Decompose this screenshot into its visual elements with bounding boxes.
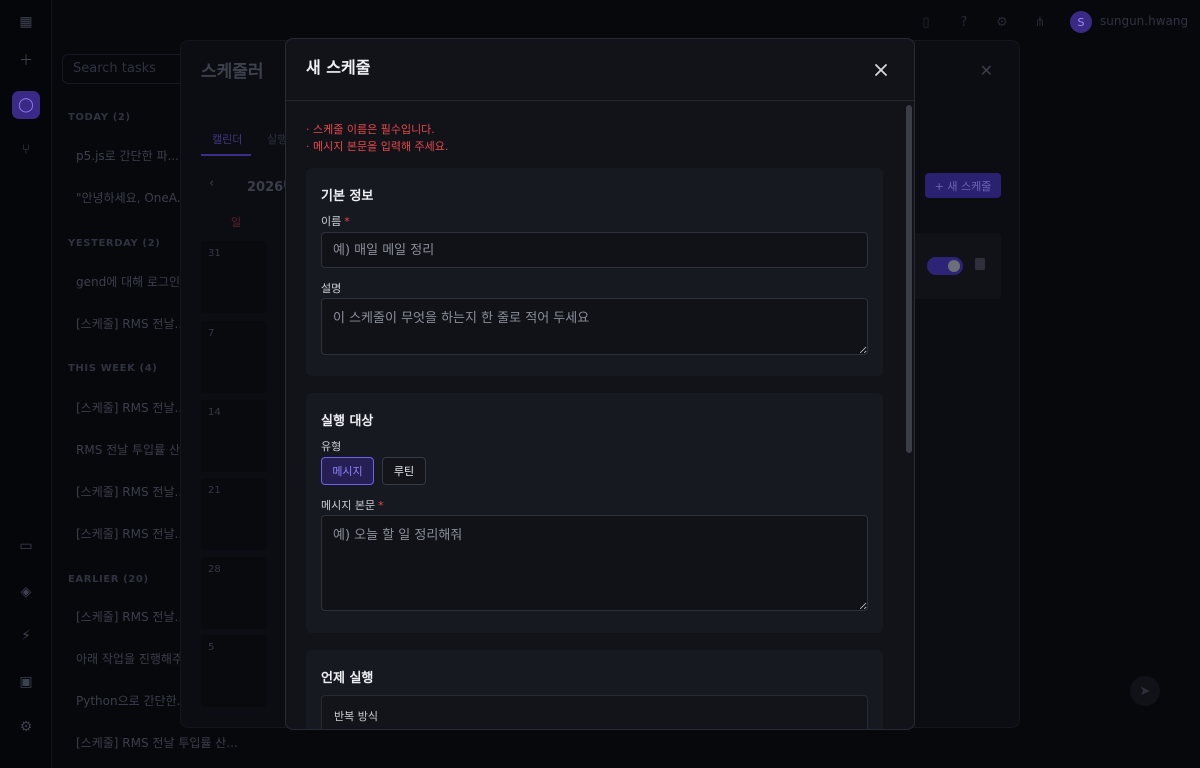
scheduler-close-icon[interactable]: ✕ bbox=[980, 61, 993, 80]
message-body-label: 메시지 본문 * bbox=[321, 499, 384, 512]
calendar-icon[interactable]: ▣ bbox=[12, 668, 40, 696]
book-icon[interactable]: ▭ bbox=[12, 532, 40, 560]
repeat-box: 반복 방식 bbox=[321, 695, 868, 729]
branch-icon[interactable]: ⑂ bbox=[12, 136, 40, 164]
modal-header: 새 스케줄 bbox=[286, 39, 914, 101]
calendar-cell[interactable]: 5 bbox=[201, 635, 267, 707]
plus-icon[interactable]: ＋ bbox=[12, 46, 40, 74]
type-routine-button[interactable]: 루틴 bbox=[382, 457, 426, 485]
schedule-row bbox=[911, 233, 1001, 299]
name-label: 이름 * bbox=[321, 215, 350, 228]
type-message-button[interactable]: 메시지 bbox=[321, 457, 374, 485]
help-icon[interactable]: ? bbox=[956, 14, 972, 30]
send-icon[interactable]: ➤ bbox=[1130, 676, 1160, 706]
bolt-icon[interactable]: ⚡ bbox=[12, 622, 40, 650]
grid-icon[interactable]: ▦ bbox=[12, 8, 40, 36]
chat-icon[interactable]: ◯ bbox=[12, 91, 40, 119]
type-label: 유형 bbox=[321, 440, 342, 453]
section-when: 언제 실행 반복 방식 bbox=[306, 650, 883, 729]
panel-icon[interactable]: ▯ bbox=[918, 14, 934, 30]
error-name-required: · 스케줄 이름은 필수입니다. bbox=[306, 123, 435, 136]
close-icon[interactable] bbox=[870, 59, 892, 81]
scheduler-title: 스케줄러 bbox=[201, 62, 264, 82]
description-label: 설명 bbox=[321, 282, 342, 295]
calendar-cell[interactable]: 21 bbox=[201, 478, 267, 550]
description-textarea[interactable] bbox=[321, 298, 868, 355]
section-title: 기본 정보 bbox=[321, 189, 374, 204]
enable-toggle[interactable] bbox=[927, 257, 963, 275]
gear-icon[interactable]: ⚙ bbox=[994, 14, 1010, 30]
calendar-cell[interactable]: 7 bbox=[201, 321, 267, 393]
new-schedule-modal: 새 스케줄 · 스케줄 이름은 필수입니다. · 메시지 본문을 입력해 주세요… bbox=[285, 38, 915, 730]
nav-rail: ▦ ＋ ◯ ⑂ ▭ ◈ ⚡ ▣ ⚙ bbox=[0, 0, 52, 768]
section-title: 언제 실행 bbox=[321, 671, 374, 686]
list-item[interactable]: [스케줄] RMS 전날 투입률 산... bbox=[76, 734, 266, 751]
required-mark: * bbox=[344, 215, 350, 228]
tab-calendar[interactable]: 캘린더 bbox=[212, 131, 242, 147]
section-target: 실행 대상 유형 메시지 루틴 메시지 본문 * bbox=[306, 393, 883, 633]
group-label: EARLIER (20) bbox=[68, 574, 149, 585]
calendar-cell[interactable]: 14 bbox=[201, 400, 267, 472]
group-label: THIS WEEK (4) bbox=[68, 363, 158, 374]
new-schedule-button[interactable]: + 새 스케줄 bbox=[925, 173, 1001, 198]
trash-icon[interactable] bbox=[975, 258, 985, 270]
settings-icon[interactable]: ⚙ bbox=[12, 713, 40, 741]
calendar-cell[interactable]: 31 bbox=[201, 241, 267, 313]
group-label: TODAY (2) bbox=[68, 112, 131, 123]
type-segment: 메시지 루틴 bbox=[321, 457, 441, 485]
error-body-required: · 메시지 본문을 입력해 주세요. bbox=[306, 140, 449, 153]
avatar[interactable]: S bbox=[1070, 11, 1092, 33]
group-label: YESTERDAY (2) bbox=[68, 238, 161, 249]
username: sungun.hwang bbox=[1100, 14, 1189, 28]
scrollbar-thumb[interactable] bbox=[906, 105, 912, 453]
day-label: 일 bbox=[231, 216, 242, 229]
modal-title: 새 스케줄 bbox=[306, 58, 371, 77]
calendar-cell[interactable]: 28 bbox=[201, 557, 267, 629]
section-basic-info: 기본 정보 이름* 설명 bbox=[306, 168, 883, 376]
required-mark: * bbox=[378, 499, 384, 512]
modal-body: · 스케줄 이름은 필수입니다. · 메시지 본문을 입력해 주세요. 기본 정… bbox=[286, 101, 904, 729]
message-body-textarea[interactable] bbox=[321, 515, 868, 611]
repeat-label: 반복 방식 bbox=[334, 710, 378, 723]
name-input[interactable] bbox=[321, 232, 868, 268]
share-icon[interactable]: ⋔ bbox=[1032, 14, 1048, 30]
compass-icon[interactable]: ◈ bbox=[12, 578, 40, 606]
chevron-left-icon[interactable]: ‹ bbox=[209, 176, 214, 191]
section-title: 실행 대상 bbox=[321, 414, 374, 429]
tab-underline bbox=[201, 154, 251, 156]
